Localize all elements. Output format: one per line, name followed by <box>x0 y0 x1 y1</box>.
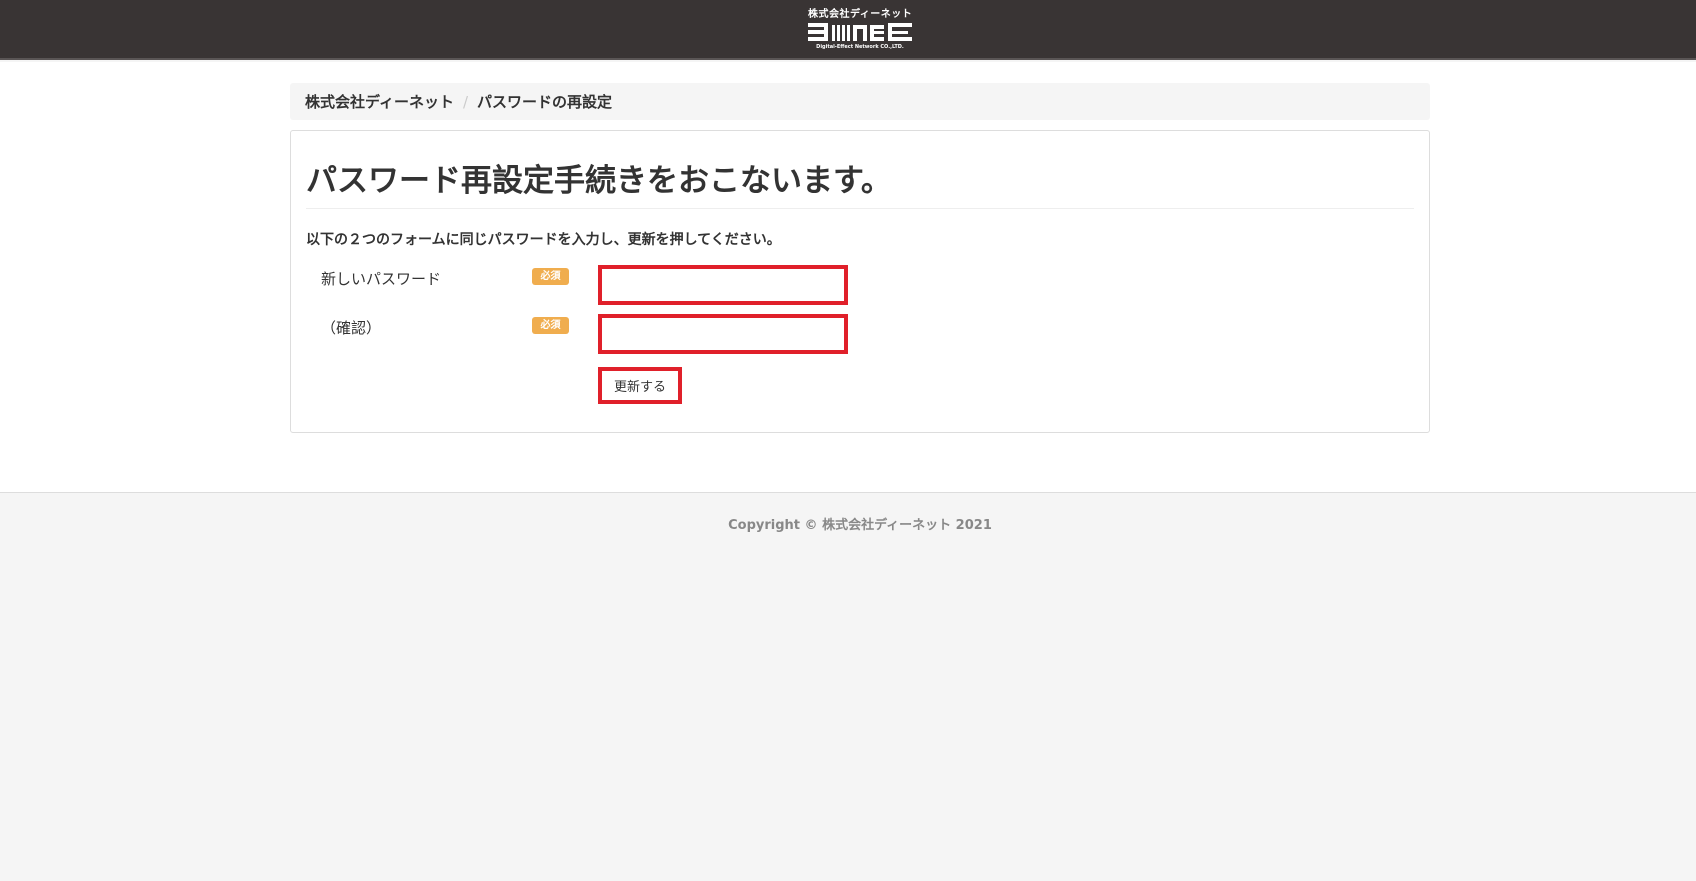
confirm-password-required-badge: 必須 <box>532 317 569 334</box>
breadcrumb: 株式会社ディーネット / パスワードの再設定 <box>290 83 1430 120</box>
title-divider <box>306 208 1414 209</box>
breadcrumb-separator: / <box>462 92 469 111</box>
new-password-required-badge: 必須 <box>532 268 569 285</box>
main-content: 株式会社ディーネット / パスワードの再設定 パスワード再設定手続きをおこないま… <box>0 62 1696 493</box>
new-password-input[interactable] <box>598 265 848 305</box>
breadcrumb-current: パスワードの再設定 <box>477 93 613 111</box>
password-reset-panel: パスワード再設定手続きをおこないます。 以下の２つのフォームに同じパスワードを入… <box>290 130 1430 433</box>
instruction-text: 以下の２つのフォームに同じパスワードを入力し、更新を押してください。 <box>306 232 781 248</box>
page-title: パスワード再設定手続きをおこないます。 <box>306 163 892 199</box>
site-header: 株式会社ディーネット Digital-Effect Network CO.,LT… <box>0 0 1696 60</box>
new-password-label: 新しいパスワード <box>321 270 442 288</box>
copyright-text: Copyright © 株式会社ディーネット 2021 <box>728 518 992 533</box>
confirm-password-input[interactable] <box>598 314 848 354</box>
logo-mark-icon <box>808 23 912 41</box>
site-footer: Copyright © 株式会社ディーネット 2021 <box>0 494 1696 881</box>
confirm-password-label: （確認） <box>321 319 382 337</box>
company-logo[interactable]: 株式会社ディーネット Digital-Effect Network CO.,LT… <box>808 9 912 51</box>
logo-subtext: Digital-Effect Network CO.,LTD. <box>816 44 904 50</box>
breadcrumb-home[interactable]: 株式会社ディーネット <box>305 91 454 112</box>
update-button[interactable]: 更新する <box>598 367 682 404</box>
logo-company-name: 株式会社ディーネット <box>808 9 913 20</box>
